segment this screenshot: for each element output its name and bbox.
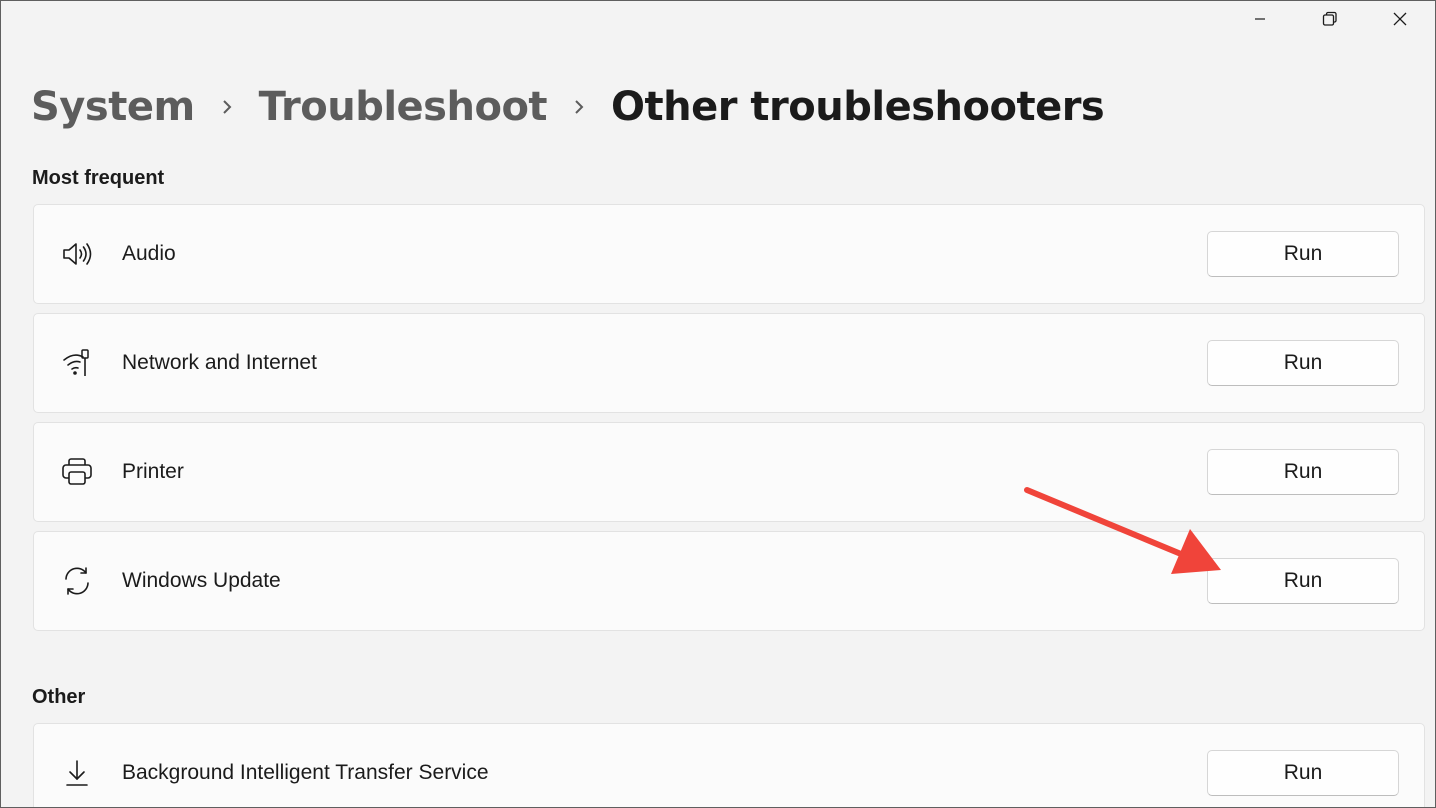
printer-icon (60, 455, 94, 489)
breadcrumb-system[interactable]: System (31, 84, 195, 130)
settings-window: System Troubleshoot Other troubleshooter… (0, 0, 1436, 808)
section-title-most-frequent: Most frequent (32, 167, 165, 189)
bits-run-button[interactable]: Run (1207, 750, 1399, 796)
restore-icon (1322, 11, 1338, 27)
minimize-button[interactable] (1225, 1, 1295, 37)
breadcrumb-troubleshoot[interactable]: Troubleshoot (259, 84, 548, 130)
troubleshooter-card-network: Network and Internet Run (33, 313, 1425, 413)
chevron-right-icon (547, 83, 611, 131)
network-run-button[interactable]: Run (1207, 340, 1399, 386)
minimize-icon (1254, 13, 1266, 25)
printer-run-button[interactable]: Run (1207, 449, 1399, 495)
page-title: Other troubleshooters (611, 84, 1105, 130)
troubleshooter-label: Printer (122, 460, 184, 483)
speaker-icon (60, 237, 94, 271)
window-caption-controls (1225, 1, 1435, 37)
windows-update-run-button[interactable]: Run (1207, 558, 1399, 604)
breadcrumb: System Troubleshoot Other troubleshooter… (31, 83, 1105, 131)
troubleshooter-card-audio: Audio Run (33, 204, 1425, 304)
download-icon (60, 756, 94, 790)
troubleshooter-label: Audio (122, 242, 176, 265)
chevron-right-icon (195, 83, 259, 131)
troubleshooter-card-printer: Printer Run (33, 422, 1425, 522)
network-icon (60, 346, 94, 380)
close-icon (1392, 11, 1408, 27)
sync-icon (60, 564, 94, 598)
troubleshooter-label: Background Intelligent Transfer Service (122, 761, 489, 784)
troubleshooter-card-bits: Background Intelligent Transfer Service … (33, 723, 1425, 807)
section-title-other: Other (32, 686, 86, 708)
troubleshooter-label: Windows Update (122, 569, 281, 592)
audio-run-button[interactable]: Run (1207, 231, 1399, 277)
troubleshooter-card-windows-update: Windows Update Run (33, 531, 1425, 631)
troubleshooter-label: Network and Internet (122, 351, 317, 374)
close-button[interactable] (1365, 1, 1435, 37)
restore-button[interactable] (1295, 1, 1365, 37)
